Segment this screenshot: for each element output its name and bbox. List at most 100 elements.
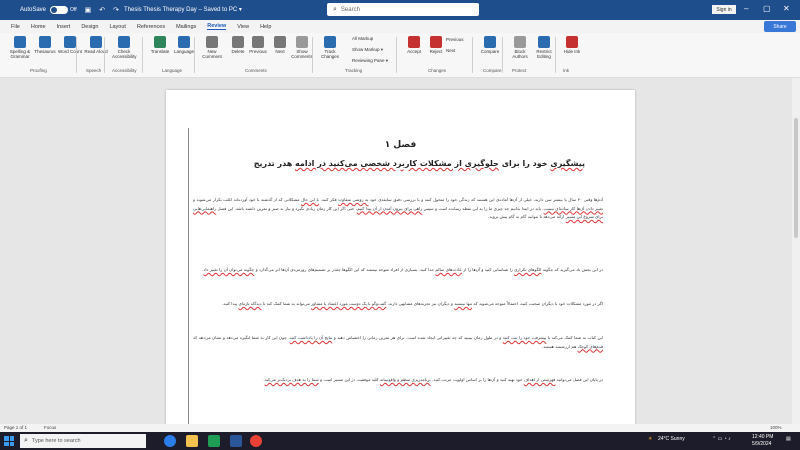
body-paragraph[interactable]: در پایان این فصل می‌توانید فهرستی از اهد…	[193, 376, 603, 385]
accept-icon	[408, 36, 420, 48]
tray-icons[interactable]: ⌃ ▭ ◔ ♪	[712, 436, 731, 442]
excel-icon[interactable]	[208, 435, 220, 447]
word-icon[interactable]	[230, 435, 242, 447]
block-authors-label: Block Authors	[512, 49, 528, 59]
ribbon-separator	[472, 37, 473, 73]
page-count[interactable]: Page 1 of 1	[4, 425, 27, 430]
save-icon[interactable]: ▣	[85, 6, 92, 14]
restrict-editing-button[interactable]: Restrict Editing	[532, 36, 556, 59]
body-paragraph[interactable]: این کتاب به شما کمک می‌کند تا پیشرفت خود…	[193, 334, 603, 351]
heading-segment: هدر تدریج	[253, 159, 296, 168]
undo-icon[interactable]: ↶	[99, 6, 105, 14]
tracked-change-text: دیدگاه تازه‌ای	[238, 301, 262, 306]
ribbon-separator	[104, 37, 105, 73]
tab-design[interactable]: Design	[81, 24, 98, 30]
heading-segment: پیشگیری	[550, 159, 585, 168]
minimize-icon[interactable]: –	[744, 4, 748, 13]
restrict-editing-icon	[538, 36, 550, 48]
body-paragraph[interactable]: اگر در مورد مشکلات خود با دیگران صحبت کن…	[193, 300, 603, 309]
focus-mode[interactable]: Focus	[44, 425, 56, 430]
show-markup-option[interactable]: Show Markup ▾	[352, 47, 383, 53]
weather-text[interactable]: 24°C Sunny	[658, 436, 685, 442]
scrollbar-thumb[interactable]	[794, 118, 798, 238]
group-label-compare: Compare	[483, 68, 502, 73]
restrict-editing-label: Restrict Editing	[536, 49, 552, 59]
heading-segment: خود را برای	[498, 159, 551, 168]
word-count-icon	[64, 36, 76, 48]
hide-ink-button[interactable]: Hide Ink	[560, 36, 584, 54]
translate-button[interactable]: Translate	[148, 36, 172, 54]
tracked-change-text: نتایج آن را یادداشت کنید	[289, 335, 333, 340]
tracked-change-text: عادت‌های سالم	[435, 267, 462, 272]
tracked-change-text: شما را به هدف نزدیک‌تر می‌کند	[264, 377, 319, 382]
paragraph-text: در پایان این فصل می‌توانید	[555, 377, 603, 382]
accept-button[interactable]: Accept	[402, 36, 426, 54]
paragraph-text: ، چون این کار به شما انگیزه می‌دهد و نشا…	[193, 335, 290, 340]
tracked-change-text: گفت‌وگو با یک دوست مورد اعتماد یا مشاور	[311, 301, 387, 306]
show-comments-icon	[296, 36, 308, 48]
body-paragraph[interactable]: در این بخش یاد می‌گیرید که چگونه الگوهای…	[193, 266, 603, 275]
delete-icon	[232, 36, 244, 48]
search-box[interactable]: ⌕ Search	[327, 3, 479, 16]
chrome-icon[interactable]	[250, 435, 262, 447]
sign-in-button[interactable]: Sign in	[712, 5, 736, 14]
paragraph-text: و در طول زمان ببینید که چه تغییراتی ایجا…	[332, 335, 503, 340]
previous-icon	[252, 36, 264, 48]
tab-mailings[interactable]: Mailings	[176, 24, 196, 30]
next-button[interactable]: Next	[268, 36, 292, 54]
tracked-change-text: پیشرفت خود را ثبت کنید	[502, 335, 547, 340]
language-button[interactable]: Language	[172, 36, 196, 54]
status-bar: Page 1 of 1 Focus 100%	[0, 424, 800, 432]
show-comments-button[interactable]: Show Comments	[290, 36, 314, 59]
track-changes-button[interactable]: Track Changes	[318, 36, 342, 59]
vertical-scrollbar[interactable]	[792, 78, 800, 424]
previous-button[interactable]: Previous	[246, 36, 270, 54]
block-authors-button[interactable]: Block Authors	[508, 36, 532, 59]
paragraph-text: اگر در مورد مشکلات خود با دیگران صحبت کن…	[472, 301, 603, 306]
spelling-grammar-button[interactable]: Spelling & Grammar	[8, 36, 32, 59]
clock-time[interactable]: 12:40 PM	[752, 434, 773, 440]
clock-date[interactable]: 5/9/2024	[752, 441, 771, 447]
tab-home[interactable]: Home	[31, 24, 46, 30]
edge-icon[interactable]	[164, 435, 176, 447]
check-accessibility-button[interactable]: Check Accessibility	[112, 36, 137, 59]
windows-start-icon[interactable]	[4, 436, 14, 446]
file-explorer-icon[interactable]	[186, 435, 198, 447]
reject-button[interactable]: Reject	[424, 36, 448, 54]
maximize-icon[interactable]: ▢	[763, 4, 771, 13]
tab-help[interactable]: Help	[260, 24, 271, 30]
document-page[interactable]: فصل ۱ پیشگیری خود را برای جلوگیری از مشک…	[166, 90, 635, 435]
tab-review[interactable]: Review	[207, 23, 227, 30]
paragraph-text: می‌تواند به شما کمک کند تا	[261, 301, 312, 306]
tab-view[interactable]: View	[237, 24, 249, 30]
compare-button[interactable]: Compare	[478, 36, 502, 54]
autosave-toggle[interactable]	[50, 6, 69, 14]
reviewing-pane-option[interactable]: Reviewing Pane ▾	[352, 58, 388, 64]
word-count-button[interactable]: Word Count	[58, 36, 82, 54]
tab-insert[interactable]: Insert	[57, 24, 71, 30]
paragraph-text: در این بخش یاد می‌گیرید که چگونه	[541, 267, 603, 272]
thesaurus-button[interactable]: Thesaurus	[33, 36, 57, 54]
track-changes-icon	[324, 36, 336, 48]
share-button[interactable]: Share	[764, 21, 796, 32]
body-paragraph[interactable]: آدم‌ها وقتی ۳۰ سال یا بیشتر سن دارند، خی…	[193, 196, 603, 222]
tracked-change-text: فهرستی از اهداف	[523, 377, 556, 382]
tab-references[interactable]: References	[137, 24, 165, 30]
group-label-accessibility: Accessibility	[112, 68, 137, 73]
close-icon[interactable]: ✕	[783, 4, 790, 13]
markup-all-option[interactable]: All Markup	[352, 36, 373, 41]
tab-layout[interactable]: Layout	[109, 24, 126, 30]
taskbar-search[interactable]: ⌕ Type here to search	[20, 434, 146, 448]
document-title[interactable]: Thesis Thesis Therapy Day – Saved to PC …	[124, 6, 242, 13]
show-comments-label: Show Comments	[291, 49, 313, 59]
tab-file[interactable]: File	[11, 24, 20, 30]
zoom-level[interactable]: 100%	[770, 425, 782, 430]
new-comment-button[interactable]: New Comment	[200, 36, 224, 59]
new-comment-icon	[206, 36, 218, 48]
notification-icon[interactable]: ▤	[786, 436, 791, 442]
previous-change-option[interactable]: Previous	[446, 37, 464, 42]
group-label-protect: Protect	[512, 68, 527, 73]
track-changes-label: Track Changes	[320, 49, 339, 59]
document-canvas: فصل ۱ پیشگیری خود را برای جلوگیری از مشک…	[0, 78, 800, 435]
redo-icon[interactable]: ↷	[113, 6, 119, 14]
